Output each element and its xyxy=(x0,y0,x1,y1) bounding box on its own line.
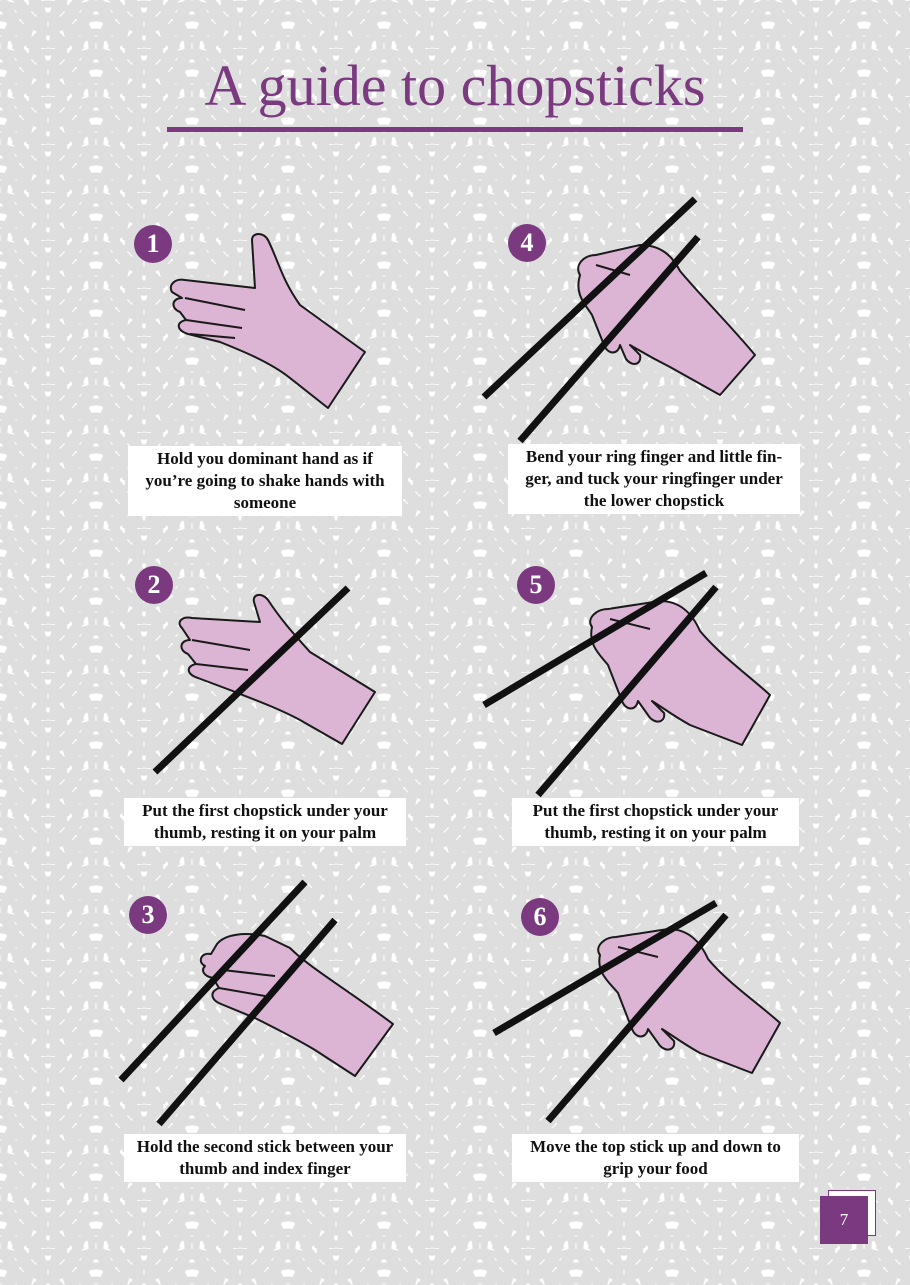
page-number-box: 7 xyxy=(820,1190,878,1248)
step-1-caption: Hold you dominant hand as if you’re goin… xyxy=(128,446,402,516)
open-hand-icon xyxy=(169,233,366,409)
step-6-caption: Move the top stick up and down to grip y… xyxy=(512,1134,799,1182)
hand-grip-chopsticks-icon xyxy=(482,569,771,798)
hand-one-chopstick-icon xyxy=(152,585,376,775)
step-5-caption: Put the first chopstick under your thumb… xyxy=(512,798,799,846)
page-number: 7 xyxy=(820,1196,868,1244)
step-2-caption: Put the first chopstick under your thumb… xyxy=(124,798,406,846)
title-underline xyxy=(167,127,743,132)
step-4-caption: Bend your ring finger and little fin-ger… xyxy=(508,444,800,514)
page-title: A guide to chopsticks xyxy=(204,53,706,118)
hand-move-top-stick-icon xyxy=(492,899,781,1124)
step-3-caption: Hold the second stick between your thumb… xyxy=(124,1134,406,1182)
hand-two-chopsticks-icon xyxy=(118,879,394,1127)
hand-tuck-ring-finger-icon xyxy=(481,196,756,444)
